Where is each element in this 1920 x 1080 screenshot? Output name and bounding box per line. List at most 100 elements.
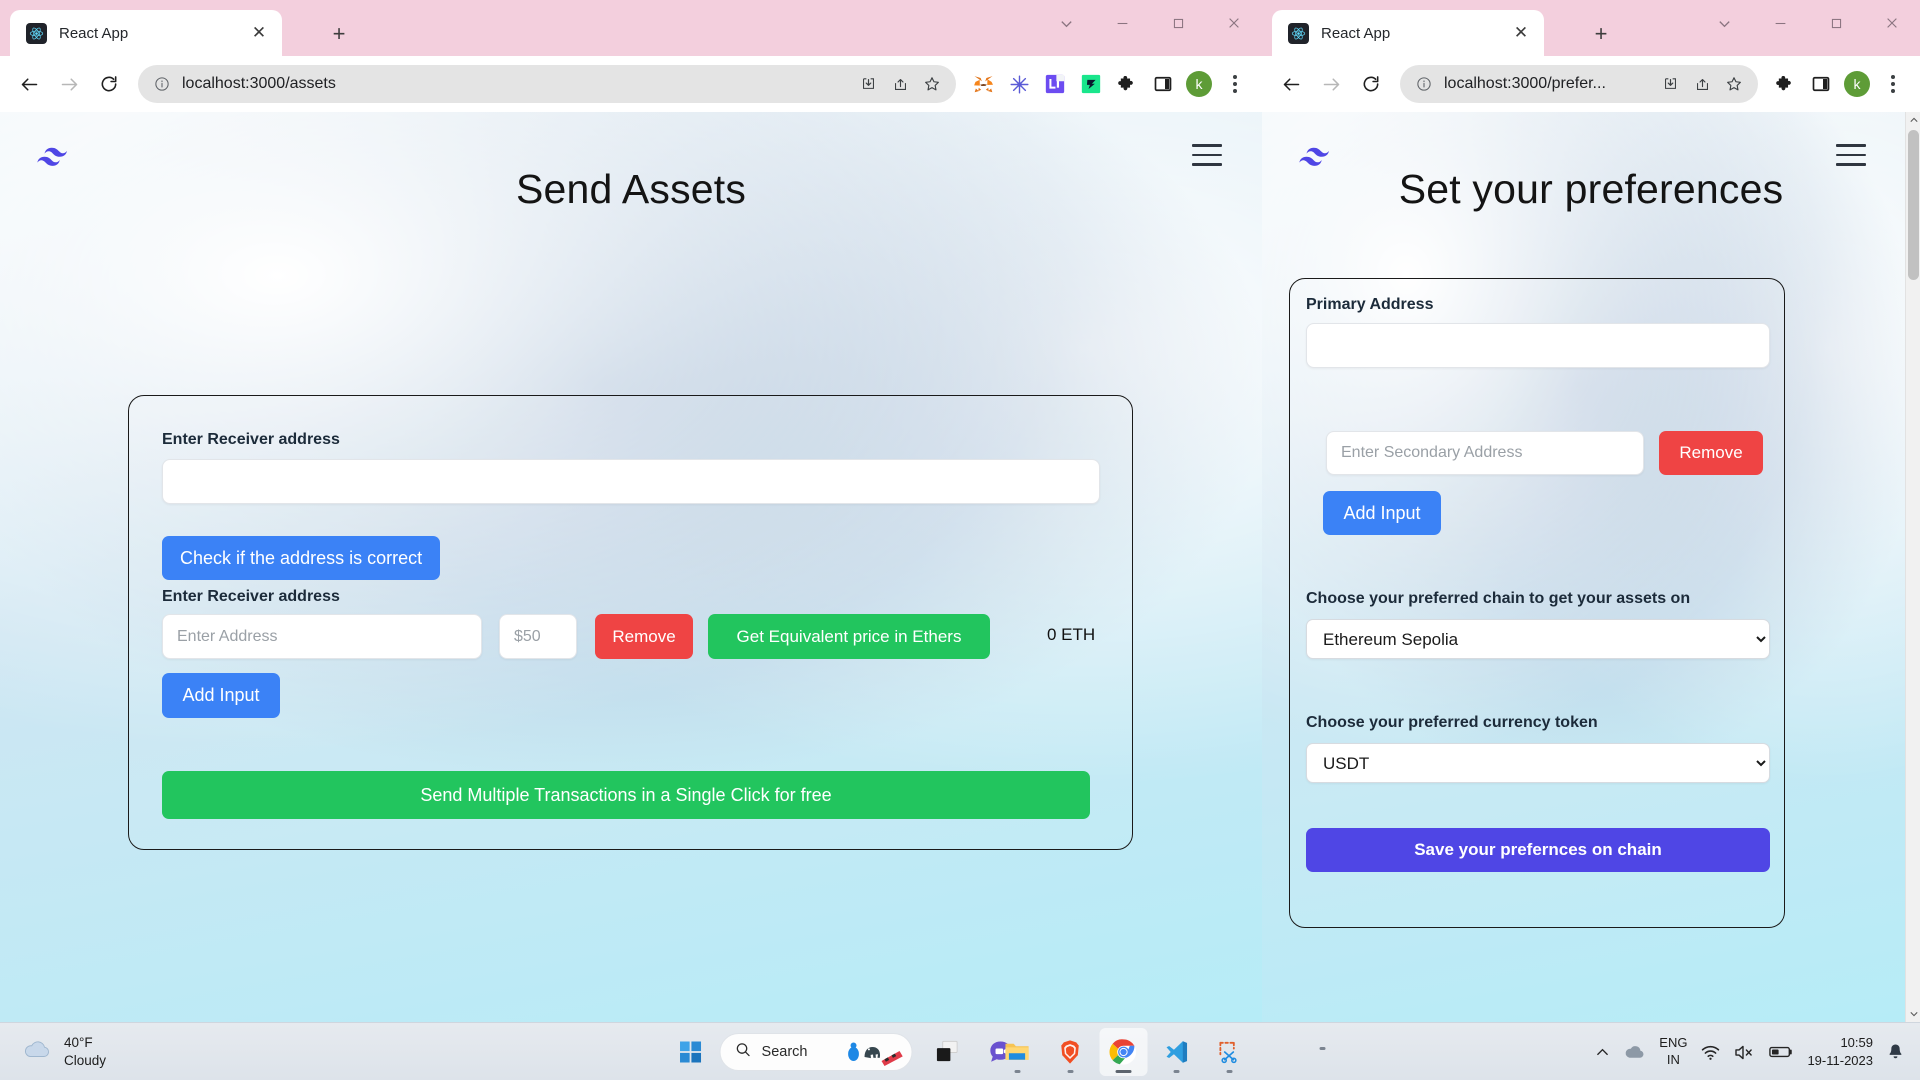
add-input-button[interactable]: Add Input <box>1323 491 1441 535</box>
info-circle-icon[interactable] <box>152 74 172 94</box>
minimize-button[interactable] <box>1752 0 1808 46</box>
get-equivalent-price-button[interactable]: Get Equivalent price in Ethers <box>708 614 990 659</box>
install-icon[interactable] <box>1654 68 1686 100</box>
bookmark-star-icon[interactable] <box>1718 68 1750 100</box>
green-flash-icon[interactable] <box>1074 67 1108 101</box>
wifi-icon[interactable] <box>1701 1044 1720 1061</box>
send-multiple-transactions-button[interactable]: Send Multiple Transactions in a Single C… <box>162 771 1090 819</box>
windows-taskbar: 40°F Cloudy Search ENG IN 10:59 19-11-20… <box>0 1022 1920 1080</box>
sidepanel-icon[interactable] <box>1146 67 1180 101</box>
remove-button[interactable]: Remove <box>595 614 693 659</box>
onedrive-cloud-icon[interactable] <box>1624 1044 1645 1060</box>
add-input-button[interactable]: Add Input <box>162 673 280 718</box>
window-controls-left <box>1038 0 1262 46</box>
maximize-button[interactable] <box>1808 0 1864 46</box>
address-bar-left[interactable]: localhost:3000/assets <box>138 65 956 103</box>
check-address-button[interactable]: Check if the address is correct <box>162 536 441 580</box>
close-tab-icon[interactable]: ✕ <box>1508 20 1534 46</box>
search-doodle-icon <box>845 1037 903 1067</box>
primary-address-label: Primary Address <box>1306 296 1434 313</box>
avatar-initial: k <box>1186 71 1212 97</box>
profile-avatar[interactable]: k <box>1182 67 1216 101</box>
share-icon[interactable] <box>1686 68 1718 100</box>
browser-toolbar-right: localhost:3000/prefer... k <box>1262 56 1920 112</box>
page-viewport-right: Set your preferences Primary Address Rem… <box>1262 112 1920 1022</box>
back-button[interactable] <box>10 65 48 103</box>
taskbar-item-vs-code[interactable] <box>1152 1028 1200 1076</box>
sidepanel-icon[interactable] <box>1804 67 1838 101</box>
forward-button[interactable] <box>1312 65 1350 103</box>
browser-tab-right[interactable]: React App ✕ <box>1272 10 1544 56</box>
eth-amount-value: 0 ETH <box>1047 625 1096 644</box>
weather-temperature: 40°F <box>64 1034 93 1050</box>
weather-widget[interactable]: 40°F Cloudy <box>22 1034 106 1070</box>
scroll-down-icon[interactable] <box>1906 1006 1920 1022</box>
chrome-menu-button[interactable] <box>1218 67 1252 101</box>
tab-search-chevron-icon[interactable] <box>1038 0 1094 46</box>
share-icon[interactable] <box>884 68 916 100</box>
tab-strip-left: React App ✕ + <box>0 0 1262 56</box>
chevron-up-icon[interactable] <box>1595 1045 1610 1060</box>
secondary-address-input[interactable] <box>1326 431 1644 475</box>
taskbar-item-file-explorer[interactable] <box>993 1028 1041 1076</box>
minimize-button[interactable] <box>1094 0 1150 46</box>
reload-button[interactable] <box>1352 65 1390 103</box>
taskbar-item-brave-browser[interactable] <box>1046 1028 1094 1076</box>
taskbar-item-google-chrome[interactable] <box>1099 1027 1148 1076</box>
taskbar-center: Search <box>667 1027 1326 1076</box>
page-scrollbar[interactable] <box>1905 112 1920 1022</box>
hamburger-menu-icon[interactable] <box>1836 144 1866 166</box>
hamburger-menu-icon[interactable] <box>1192 144 1222 166</box>
battery-icon[interactable] <box>1769 1045 1793 1059</box>
language-primary: ENG <box>1659 1035 1688 1051</box>
chain-label: Choose your preferred chain to get your … <box>1306 590 1691 607</box>
receiver-address-input-top[interactable] <box>162 459 1100 504</box>
chrome-menu-button[interactable] <box>1876 67 1910 101</box>
blue-snowflake-icon[interactable] <box>1002 67 1036 101</box>
window-controls-right <box>1696 0 1920 46</box>
save-preferences-button[interactable]: Save your prefernces on chain <box>1306 828 1770 872</box>
close-window-button[interactable] <box>1206 0 1262 46</box>
scroll-up-icon[interactable] <box>1906 112 1920 128</box>
taskbar-search[interactable]: Search <box>719 1032 913 1071</box>
react-logo-icon <box>26 22 47 44</box>
address-bar-right[interactable]: localhost:3000/prefer... <box>1400 65 1758 103</box>
system-tray: ENG IN 10:59 19-11-2023 <box>1595 1023 1920 1080</box>
chain-select[interactable]: Ethereum Sepolia <box>1306 619 1770 659</box>
windows-start-icon[interactable] <box>667 1028 715 1076</box>
bookmark-star-icon[interactable] <box>916 68 948 100</box>
language-indicator[interactable]: ENG IN <box>1659 1035 1687 1069</box>
forward-button[interactable] <box>50 65 88 103</box>
puzzle-piece-icon[interactable] <box>1768 67 1802 101</box>
taskbar-item-snipping-tool[interactable] <box>1205 1028 1253 1076</box>
scrollbar-thumb[interactable] <box>1908 130 1919 280</box>
new-tab-button[interactable]: + <box>325 20 353 48</box>
page-title: Send Assets <box>515 166 747 212</box>
back-button[interactable] <box>1272 65 1310 103</box>
maximize-button[interactable] <box>1150 0 1206 46</box>
new-tab-button[interactable]: + <box>1587 20 1615 48</box>
volume-muted-icon[interactable] <box>1734 1044 1755 1061</box>
close-tab-icon[interactable]: ✕ <box>246 20 272 46</box>
tab-search-chevron-icon[interactable] <box>1696 0 1752 46</box>
weather-condition: Cloudy <box>64 1052 107 1068</box>
install-icon[interactable] <box>852 68 884 100</box>
purple-li-icon[interactable] <box>1038 67 1072 101</box>
close-window-button[interactable] <box>1864 0 1920 46</box>
currency-select[interactable]: USDT <box>1306 743 1770 783</box>
clock-widget[interactable]: 10:59 19-11-2023 <box>1807 1034 1873 1069</box>
address-input[interactable] <box>162 614 482 659</box>
bell-icon[interactable] <box>1887 1043 1904 1061</box>
puzzle-piece-icon[interactable] <box>1110 67 1144 101</box>
desktop: React App ✕ + localhost:3000/assets k Se… <box>0 0 1920 1080</box>
metamask-fox-icon[interactable] <box>966 67 1000 101</box>
amount-input[interactable] <box>499 614 577 659</box>
reload-button[interactable] <box>90 65 128 103</box>
info-circle-icon[interactable] <box>1414 74 1434 94</box>
profile-avatar[interactable]: k <box>1840 67 1874 101</box>
primary-address-input[interactable] <box>1306 323 1770 368</box>
taskbar-item-task-view[interactable] <box>923 1028 971 1076</box>
currency-label: Choose your preferred currency token <box>1306 714 1598 731</box>
remove-secondary-button[interactable]: Remove <box>1659 431 1763 475</box>
browser-tab-left[interactable]: React App ✕ <box>10 10 282 56</box>
